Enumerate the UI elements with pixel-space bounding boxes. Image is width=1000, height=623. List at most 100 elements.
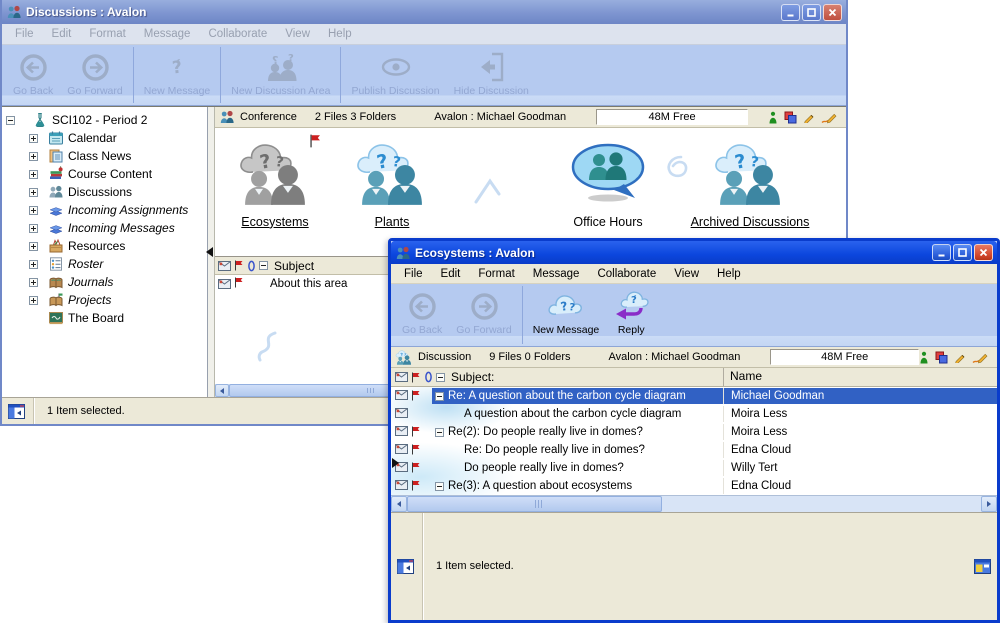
name-cell[interactable]: Michael Goodman [723,388,997,404]
file-folder-counts: 2 Files 3 Folders [315,111,396,123]
minimize-button[interactable] [781,4,800,21]
message-row[interactable]: Re(2): Do people really live in domes? Mo… [391,423,997,441]
tree-item-calendar[interactable]: Calendar [2,129,207,147]
expand-box-icon[interactable] [29,152,38,161]
menu-message[interactable]: Message [524,268,589,280]
name-cell[interactable]: Moira Less [723,424,997,440]
pane-splitter[interactable] [208,107,215,397]
close-button[interactable] [823,4,842,21]
conference-item-office-hours[interactable]: Office Hours [533,142,683,229]
expand-box-icon[interactable] [29,242,38,251]
subject-cell[interactable]: A question about the carbon cycle diagra… [432,406,723,422]
menu-help[interactable]: Help [319,28,361,40]
reply-button[interactable]: ?́Reply [606,284,656,346]
new-discussion-area-button[interactable]: ⸮?New Discussion Area [224,45,337,105]
tree-item-resources[interactable]: Resources [2,237,207,255]
tree-item-incoming-messages[interactable]: Incoming Messages [2,219,207,237]
name-cell[interactable]: Moira Less [723,406,997,422]
expand-box-icon[interactable] [29,134,38,143]
tree-item-the-board[interactable]: The Board [2,309,207,327]
tree-item-projects[interactable]: Projects [2,291,207,309]
menu-format[interactable]: Format [80,28,134,40]
column-divider[interactable] [723,368,724,386]
panel-toggle-icon[interactable] [8,404,25,419]
menu-message[interactable]: Message [135,28,200,40]
close-button[interactable] [974,244,993,261]
go-forward-button[interactable]: Go Forward [60,45,129,105]
menu-edit[interactable]: Edit [43,28,81,40]
subject-column-header[interactable]: Subject [274,259,314,273]
message-row[interactable]: Re: Do people really live in domes?Edna … [391,441,997,459]
collapse-box-icon[interactable] [6,116,15,125]
minimize-button[interactable] [932,244,951,261]
expand-box-icon[interactable] [29,224,38,233]
title-bar[interactable]: Discussions : Avalon [2,0,846,24]
menu-view[interactable]: View [665,268,708,280]
expand-box-icon[interactable] [29,296,38,305]
expand-box-icon[interactable] [29,188,38,197]
tree-item-class-news[interactable]: Class News [2,147,207,165]
menu-file[interactable]: File [6,28,43,40]
menu-format[interactable]: Format [469,268,523,280]
collapse-thread-box-icon[interactable] [435,428,444,437]
scrollbar-thumb[interactable] [229,384,391,397]
subject-cell[interactable]: Re: A question about the carbon cycle di… [432,388,723,404]
new-message-button[interactable]: ?́New Message [137,45,218,105]
collapse-thread-box-icon[interactable] [435,482,444,491]
expand-box-icon[interactable] [29,260,38,269]
expand-box-icon[interactable] [29,278,38,287]
conference-item-archived-discussions[interactable]: ? ? Archived Discussions [665,142,835,229]
menu-file[interactable]: File [395,268,432,280]
menu-collaborate[interactable]: Collaborate [199,28,276,40]
name-cell[interactable]: Edna Cloud [723,442,997,458]
tree-item-roster[interactable]: Roster [2,255,207,273]
view-layout-icon[interactable] [974,559,991,574]
name-cell[interactable]: Willy Tert [723,460,997,476]
tree-item-discussions[interactable]: Discussions [2,183,207,201]
collapse-pane-arrow-icon[interactable] [206,247,213,257]
menu-collaborate[interactable]: Collaborate [588,268,665,280]
subject-column-header[interactable]: Subject: [451,370,494,384]
hide-discussion-button[interactable]: Hide Discussion [447,45,536,105]
tree-item-incoming-assignments[interactable]: Incoming Assignments [2,201,207,219]
menu-help[interactable]: Help [708,268,750,280]
menu-view[interactable]: View [276,28,319,40]
tree-item-course-content[interactable]: Course Content [2,165,207,183]
collapse-all-box-icon[interactable] [259,261,268,270]
new-message-button[interactable]: ??New Message [526,284,607,346]
name-cell[interactable]: Edna Cloud [723,478,997,494]
publish-discussion-button[interactable]: Publish Discussion [344,45,446,105]
go-forward-button[interactable]: Go Forward [449,284,518,346]
scroll-right-button[interactable] [981,496,997,512]
message-row[interactable]: Re: A question about the carbon cycle di… [391,387,997,405]
subject-cell[interactable]: Re(3): A question about ecosystems [432,478,723,494]
sender-name: Moira Less [731,426,787,438]
expand-box-icon[interactable] [29,170,38,179]
collapse-all-box-icon[interactable] [436,373,445,382]
tree-item-root[interactable]: SCI102 - Period 2 [2,111,207,129]
message-row[interactable]: A question about the carbon cycle diagra… [391,405,997,423]
scroll-left-button[interactable] [215,384,229,397]
list-header[interactable]: Subject: Name [391,368,997,387]
menu-edit[interactable]: Edit [432,268,470,280]
scrollbar-thumb[interactable] [407,496,662,512]
message-row[interactable]: Do people really live in domes?Willy Ter… [391,459,997,477]
go-back-button[interactable]: Go Back [6,45,60,105]
conference-item-plants[interactable]: ? ? Plants [317,142,467,229]
title-bar[interactable]: Ecosystems : Avalon [391,241,997,264]
maximize-button[interactable] [802,4,821,21]
scroll-left-button[interactable] [391,496,407,512]
subject-cell[interactable]: Do people really live in domes? [432,460,723,476]
message-row[interactable]: Re(3): A question about ecosystemsEdna C… [391,477,997,495]
subject-cell[interactable]: Re(2): Do people really live in domes? [432,424,723,440]
go-back-button[interactable]: Go Back [395,284,449,346]
horizontal-scrollbar[interactable] [391,495,997,512]
panel-toggle-icon[interactable] [397,559,414,574]
tree-item-journals[interactable]: Journals [2,273,207,291]
collapse-thread-box-icon[interactable] [435,392,444,401]
name-column-header[interactable]: Name [730,369,762,383]
expand-pane-arrow-icon[interactable] [392,458,399,468]
maximize-button[interactable] [953,244,972,261]
expand-box-icon[interactable] [29,206,38,215]
subject-cell[interactable]: Re: Do people really live in domes? [432,442,723,458]
